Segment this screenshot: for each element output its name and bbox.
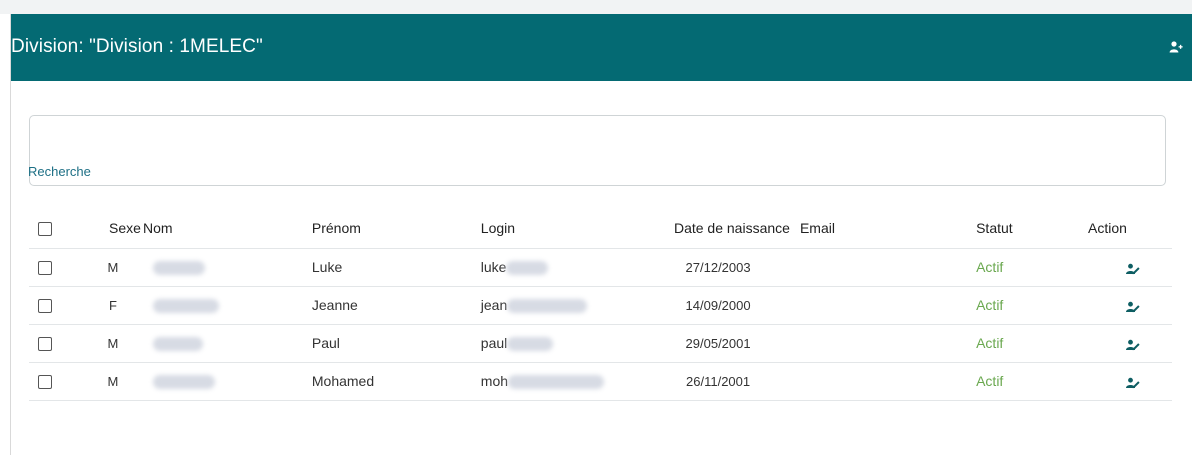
column-header-email[interactable]: Email — [799, 208, 977, 249]
row-login: jean — [480, 296, 508, 313]
status-badge: Actif — [976, 373, 1004, 389]
select-all-checkbox[interactable] — [38, 221, 52, 236]
user-edit-icon[interactable] — [1126, 376, 1140, 389]
row-checkbox[interactable] — [38, 299, 52, 314]
students-table: Sexe Nom Prénom Login Date de naissance … — [29, 208, 1172, 401]
column-header-sexe[interactable]: Sexe — [82, 208, 143, 249]
status-badge: Actif — [976, 335, 1004, 351]
user-edit-icon[interactable] — [1126, 338, 1140, 351]
table-row[interactable]: M Luke luke 27/12/2003 Actif — [29, 248, 1172, 287]
redacted-login — [507, 299, 588, 314]
row-date: 27/12/2003 — [636, 248, 800, 287]
row-sexe: M — [82, 362, 143, 401]
row-prenom: Jeanne — [311, 286, 481, 325]
redacted-login — [507, 337, 554, 352]
redacted-name — [152, 261, 205, 276]
row-email — [799, 362, 977, 401]
column-header-prenom[interactable]: Prénom — [311, 208, 481, 249]
row-email — [799, 248, 977, 287]
panel-header: Division: "Division : 1MELEC" — [11, 14, 1192, 81]
redacted-login — [506, 261, 549, 276]
panel-title: Division: "Division : 1MELEC" — [11, 35, 263, 59]
column-header-login[interactable]: Login — [480, 208, 637, 249]
row-login: moh — [480, 372, 509, 389]
redacted-login — [508, 375, 605, 390]
table-header-row: Sexe Nom Prénom Login Date de naissance … — [29, 208, 1172, 249]
row-checkbox[interactable] — [38, 375, 52, 390]
row-prenom: Luke — [311, 248, 481, 287]
search-label: Recherche — [28, 164, 91, 179]
row-login: luke — [480, 258, 507, 275]
select-all-cell — [29, 208, 83, 249]
column-header-action: Action — [1088, 208, 1172, 249]
division-value: "Division : 1MELEC" — [89, 36, 263, 57]
row-date: 29/05/2001 — [636, 324, 800, 363]
row-sexe: F — [82, 286, 143, 325]
row-email — [799, 324, 977, 363]
row-email — [799, 286, 977, 325]
row-login: paul — [480, 334, 508, 351]
user-plus-icon[interactable] — [1169, 40, 1183, 54]
redacted-name — [152, 337, 203, 352]
row-date: 26/11/2001 — [636, 362, 800, 401]
table-row[interactable]: M Mohamed moh 26/11/2001 Actif — [29, 362, 1172, 401]
row-date: 14/09/2000 — [636, 286, 800, 325]
user-edit-icon[interactable] — [1126, 262, 1140, 275]
redacted-name — [152, 375, 215, 390]
row-sexe: M — [82, 248, 143, 287]
search-input[interactable] — [30, 116, 1165, 162]
status-badge: Actif — [976, 259, 1004, 275]
row-prenom: Mohamed — [311, 362, 481, 401]
status-badge: Actif — [976, 297, 1004, 313]
row-checkbox[interactable] — [38, 261, 52, 276]
redacted-name — [152, 299, 219, 314]
column-header-date[interactable]: Date de naissance — [636, 208, 800, 249]
top-strip — [0, 0, 1192, 14]
row-prenom: Paul — [311, 324, 481, 363]
row-sexe: M — [82, 324, 143, 363]
table-row[interactable]: F Jeanne jean 14/09/2000 Actif — [29, 286, 1172, 325]
table-row[interactable]: M Paul paul 29/05/2001 Actif — [29, 324, 1172, 363]
division-label: Division: — [11, 36, 90, 57]
column-header-statut[interactable]: Statut — [976, 208, 1088, 249]
column-header-nom[interactable]: Nom — [142, 208, 312, 249]
user-edit-icon[interactable] — [1126, 300, 1140, 313]
row-checkbox[interactable] — [38, 337, 52, 352]
